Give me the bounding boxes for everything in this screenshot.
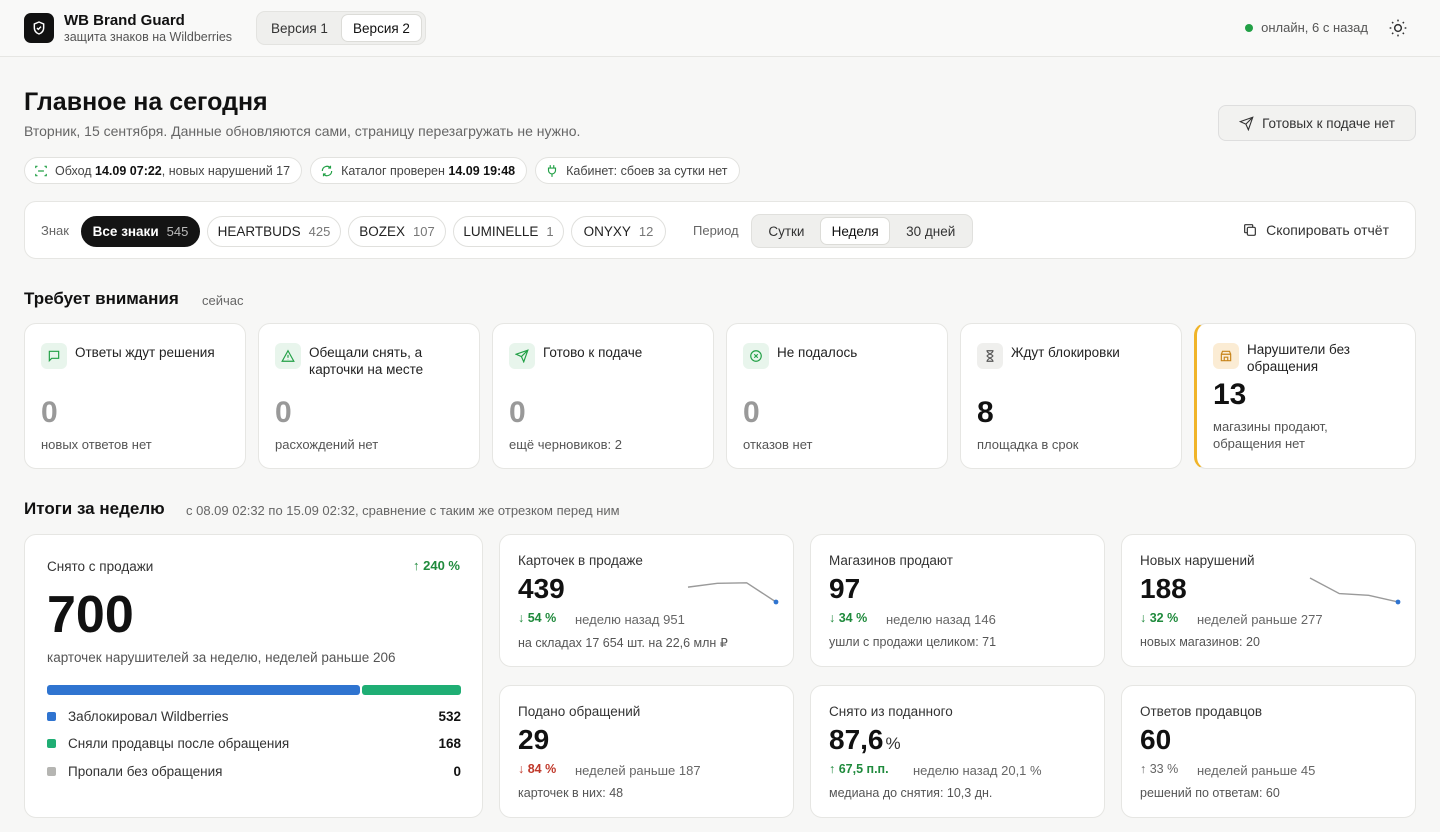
sparkline-end-point (1395, 599, 1401, 605)
cabinet-chip: Кабинет: сбоев за сутки нет (535, 157, 740, 184)
removed-card: Снято с продажи ↑ 240 % 700 карточек нар… (24, 534, 483, 818)
attention-card-failed[interactable]: Не подалось 0 отказов нет (726, 323, 948, 469)
version-2-button[interactable]: Версия 2 (341, 14, 422, 42)
send-icon (509, 343, 535, 369)
version-switch: Версия 1 Версия 2 (256, 11, 426, 45)
kpi-card-submitted[interactable]: Подано обращений 29 ↓ 84 % неделей раньш… (499, 685, 794, 818)
online-status-text: онлайн, 6 с назад (1261, 20, 1368, 35)
page-subtitle: Вторник, 15 сентября. Данные обновляются… (24, 123, 581, 139)
brand-filter-label: Знак (41, 223, 69, 238)
stacked-bar-segment-1 (362, 685, 461, 695)
ready-button-label: Готовых к подаче нет (1262, 115, 1395, 131)
plug-icon (548, 164, 557, 177)
legend-row-vanished: Пропали без обращения 0 (47, 764, 461, 779)
sparkline-path (687, 582, 777, 603)
period-filter-label: Период (693, 223, 739, 238)
theme-toggle-sun-icon[interactable] (1388, 18, 1408, 38)
period-week-button[interactable]: Неделя (819, 217, 891, 245)
kpi-card-shops-selling[interactable]: Магазинов продают 97 ↓ 34 % неделю назад… (810, 534, 1105, 667)
removed-value: 700 (47, 586, 134, 644)
sparkline (687, 582, 779, 605)
sparkline-end-point (773, 599, 779, 605)
status-dot-icon (1245, 23, 1254, 32)
refresh-icon (321, 165, 333, 176)
legend-swatch-gray (47, 767, 56, 776)
weekly-title: Итоги за неделю (24, 499, 165, 518)
send-icon (1239, 115, 1254, 131)
online-status: онлайн, 6 с назад (1245, 20, 1368, 35)
attention-card-blocking[interactable]: Ждут блокировки 8 площадка в срок (960, 323, 1182, 469)
legend-row-blocked: Заблокировал Wildberries 532 (47, 709, 461, 724)
legend-row-sellers: Сняли продавцы после обращения 168 (47, 736, 461, 751)
version-1-button[interactable]: Версия 1 (260, 14, 339, 42)
page-title: Главное на сегодня (24, 88, 268, 116)
sparkline-path (1309, 577, 1399, 603)
attention-title: Требует внимания (24, 289, 179, 308)
ready-to-submit-button[interactable]: Готовых к подаче нет (1218, 105, 1416, 141)
kpi-card-cards-on-sale[interactable]: Карточек в продаже 439 ↓ 54 % неделю наз… (499, 534, 794, 667)
x-circle-icon (743, 343, 769, 369)
brand-pill-bozex[interactable]: BOZEX 107 (348, 216, 446, 247)
period-30days-button[interactable]: 30 дней (892, 217, 969, 245)
sparkline (1309, 577, 1401, 605)
copy-icon (1244, 224, 1257, 236)
removed-note: карточек нарушителей за неделю, неделей … (47, 650, 396, 665)
attention-card-answers[interactable]: Ответы ждут решения 0 новых ответов нет (24, 323, 246, 469)
shield-logo-icon (24, 13, 54, 43)
chat-icon (41, 343, 67, 369)
brand-pill-onyxy[interactable]: ONYXY 12 (571, 216, 666, 247)
period-day-button[interactable]: Сутки (755, 217, 818, 245)
scan-icon (35, 165, 47, 176)
app-title: WB Brand Guard (64, 12, 185, 29)
catalog-chip: Каталог проверен 14.09 19:48 (310, 157, 528, 184)
store-icon (1213, 343, 1239, 369)
legend-swatch-blue (47, 712, 56, 721)
removed-delta: ↑ 240 % (413, 558, 460, 573)
attention-note: сейчас (202, 293, 244, 308)
top-bar: WB Brand Guard защита знаков на Wildberr… (0, 0, 1440, 57)
brand-pill-luminelle[interactable]: LUMINELLE 1 (453, 216, 564, 247)
attention-card-promised[interactable]: Обещали снять, а карточки на месте 0 рас… (258, 323, 480, 469)
period-switch: Сутки Неделя 30 дней (751, 214, 973, 248)
warning-icon (275, 343, 301, 369)
brand-pill-heartbuds[interactable]: HEARTBUDS 425 (207, 216, 341, 247)
status-chips: Обход 14.09 07:22, новых нарушений 17 Ка… (24, 157, 740, 184)
kpi-card-seller-answers[interactable]: Ответов продавцов 60 ↑ 33 % неделей рань… (1121, 685, 1416, 818)
weekly-note: с 08.09 02:32 по 15.09 02:32, сравнение … (186, 503, 620, 518)
stacked-bar-segment-0 (47, 685, 361, 695)
app-subtitle: защита знаков на Wildberries (64, 30, 233, 44)
copy-report-button[interactable]: Скопировать отчёт (1242, 222, 1389, 238)
hourglass-icon (977, 343, 1003, 369)
kpi-card-removed-share[interactable]: Снято из поданного 87,6% ↑ 67,5 п.п. нед… (810, 685, 1105, 818)
brand-pill-all[interactable]: Все знаки 545 (81, 216, 200, 247)
attention-card-violators[interactable]: Нарушители без обращения 13 магазины про… (1194, 323, 1416, 469)
attention-card-ready[interactable]: Готово к подаче 0 ещё черновиков: 2 (492, 323, 714, 469)
filter-bar: Знак Все знаки 545 HEARTBUDS 425 BOZEX 107 … (24, 201, 1416, 259)
legend-swatch-green (47, 739, 56, 748)
crawl-chip: Обход 14.09 07:22, новых нарушений 17 (24, 157, 303, 184)
kpi-card-new-violations[interactable]: Новых нарушений 188 ↓ 32 % неделей раньш… (1121, 534, 1416, 667)
removed-stacked-bar (47, 685, 461, 695)
removed-label: Снято с продажи (47, 559, 154, 574)
